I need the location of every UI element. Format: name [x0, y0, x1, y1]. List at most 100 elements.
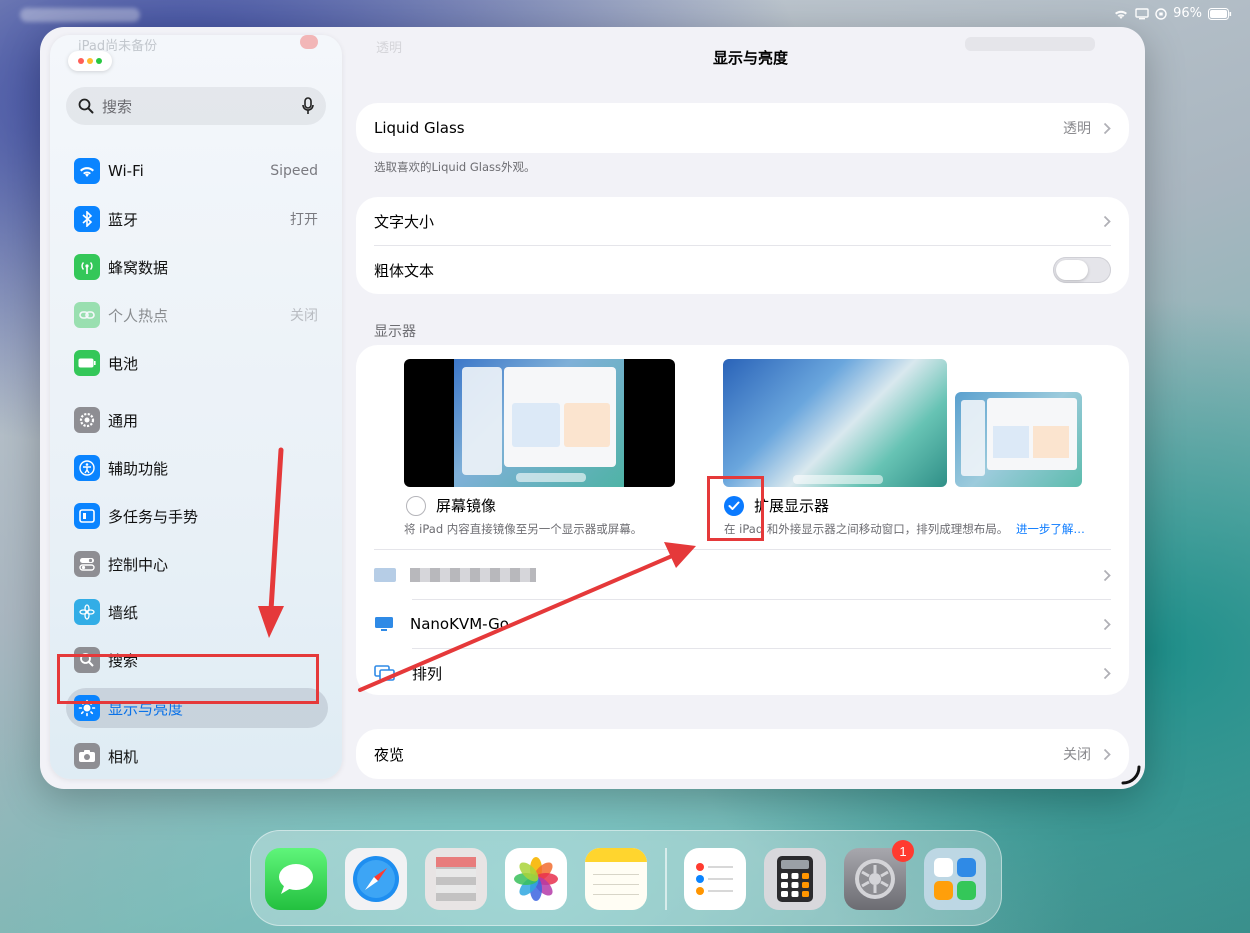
- arrange-displays-icon: [374, 665, 395, 681]
- sidebar-item[interactable]: Wi-Fi Sipeed: [66, 151, 328, 191]
- dock-divider: [665, 848, 667, 910]
- display-section-header: 显示器: [374, 324, 416, 340]
- arrange-row[interactable]: 排列: [356, 649, 1129, 697]
- night-shift-row[interactable]: 夜览 关闭: [356, 730, 1129, 778]
- sidebar-item-label: 蜂窝数据: [108, 258, 169, 277]
- sidebar-item[interactable]: 通用: [66, 400, 328, 440]
- sidebar-item-label: 个人热点: [108, 306, 169, 325]
- search-placeholder: 搜索: [102, 97, 133, 116]
- bold-text-toggle[interactable]: [1053, 257, 1111, 283]
- sidebar-item[interactable]: 相机: [66, 736, 328, 776]
- switches-icon: [74, 551, 100, 577]
- sidebar-item-value: 关闭: [290, 308, 318, 324]
- bluetooth-icon: [74, 206, 100, 232]
- battery-icon: [74, 350, 100, 376]
- status-bar: 96%: [1113, 6, 1232, 21]
- sidebar-item-label: 蓝牙: [108, 210, 139, 229]
- sidebar-item-value: 打开: [290, 212, 318, 228]
- calculator-icon[interactable]: [764, 848, 826, 910]
- battery-icon: [1208, 7, 1232, 20]
- extend-description-text: 在 iPad 和外接显示器之间移动窗口，排列成理想布局。: [724, 522, 1009, 536]
- liquid-glass-row[interactable]: Liquid Glass 透明: [356, 104, 1129, 152]
- page-title: 显示与亮度: [712, 49, 788, 67]
- blurred-device-row[interactable]: [356, 551, 1129, 599]
- calendar-icon[interactable]: [425, 848, 487, 910]
- display-icon: [374, 568, 396, 582]
- mirror-preview-image[interactable]: [404, 359, 675, 487]
- extend-preview-image[interactable]: [723, 359, 947, 487]
- learn-more-link[interactable]: 进一步了解…: [1016, 522, 1085, 536]
- liquid-glass-value: 透明: [1063, 121, 1091, 137]
- sidebar-item-label: 多任务与手势: [108, 507, 199, 526]
- liquid-glass-label: Liquid Glass: [374, 119, 465, 137]
- bold-text-row: 粗体文本: [356, 246, 1129, 294]
- sidebar-item-label: 辅助功能: [108, 459, 169, 478]
- multitasking-icon: [74, 503, 100, 529]
- night-shift-label: 夜览: [374, 745, 405, 764]
- sidebar-item-label: 相机: [108, 747, 139, 766]
- chevron-right-icon: [1103, 667, 1111, 679]
- night-shift-card: 夜览 关闭: [356, 729, 1129, 779]
- orientation-lock-icon: [1155, 7, 1167, 20]
- main-pane: 透明 显示与亮度 Liquid Glass 透明 选取喜欢的Liquid Gla…: [356, 27, 1145, 789]
- sidebar-item[interactable]: 个人热点 关闭: [66, 295, 328, 335]
- wifi-icon: [74, 158, 100, 184]
- hotspot-icon: [74, 302, 100, 328]
- arrange-label: 排列: [412, 664, 443, 683]
- nanokvm-row[interactable]: NanoKVM-Go: [356, 600, 1129, 648]
- sidebar-item-label: Wi-Fi: [108, 162, 144, 180]
- divider: [374, 549, 1111, 550]
- blurred-device-name: [410, 568, 536, 582]
- external-display-preview: [955, 392, 1082, 487]
- settings-icon[interactable]: 1: [844, 840, 914, 910]
- search-field[interactable]: 搜索: [66, 87, 326, 125]
- messages-icon[interactable]: [265, 848, 327, 910]
- accessibility-icon: [74, 455, 100, 481]
- chevron-right-icon: [1103, 569, 1111, 581]
- notes-icon[interactable]: [585, 848, 647, 910]
- resize-handle-icon[interactable]: [1119, 763, 1141, 785]
- checkbox-highlight-annotation: [707, 476, 764, 541]
- reminders-icon[interactable]: [684, 848, 746, 910]
- text-size-label: 文字大小: [374, 212, 435, 231]
- sidebar-item[interactable]: 蓝牙 打开: [66, 199, 328, 239]
- chevron-right-icon: [1103, 618, 1111, 630]
- sidebar-item[interactable]: 电池: [66, 343, 328, 383]
- sidebar-highlight-annotation: [57, 654, 319, 704]
- liquid-glass-card: Liquid Glass 透明: [356, 103, 1129, 153]
- sidebar-item-label: 墙纸: [108, 603, 139, 622]
- sidebar-item[interactable]: 控制中心: [66, 544, 328, 584]
- wifi-status-icon: [1115, 10, 1128, 19]
- monitor-icon: [375, 617, 393, 631]
- microphone-icon[interactable]: [302, 97, 314, 115]
- chevron-right-icon: [1103, 748, 1111, 760]
- text-size-row[interactable]: 文字大小: [356, 197, 1129, 245]
- sidebar-item-label: 电池: [108, 354, 139, 373]
- app-folder-icon[interactable]: [924, 848, 986, 910]
- window-controls-button[interactable]: [68, 51, 112, 71]
- backup-badge: [300, 35, 318, 49]
- antenna-icon: [74, 254, 100, 280]
- mirror-label: 屏幕镜像: [436, 497, 497, 515]
- text-settings-card: 文字大小 粗体文本: [356, 197, 1129, 294]
- sidebar-item[interactable]: 辅助功能: [66, 448, 328, 488]
- liquid-glass-caption: 选取喜欢的Liquid Glass外观。: [374, 160, 536, 174]
- settings-notification-badge: 1: [892, 840, 914, 862]
- sidebar-item[interactable]: 多任务与手势: [66, 496, 328, 536]
- bold-text-label: 粗体文本: [374, 261, 435, 280]
- sidebar-item-value: Sipeed: [270, 163, 318, 179]
- dock: 1: [250, 830, 1002, 926]
- chevron-right-icon: [1103, 215, 1111, 227]
- mirror-radio[interactable]: [406, 495, 426, 516]
- chevron-right-icon: [1103, 122, 1111, 134]
- sidebar-item[interactable]: 墙纸: [66, 592, 328, 632]
- extend-description: 在 iPad 和外接显示器之间移动窗口，排列成理想布局。 进一步了解…: [724, 521, 1085, 537]
- safari-icon[interactable]: [345, 848, 407, 910]
- sidebar-item[interactable]: 蜂窝数据: [66, 247, 328, 287]
- screen-mirror-status-icon: [1135, 7, 1149, 19]
- mirror-option[interactable]: 屏幕镜像: [406, 495, 496, 516]
- photos-icon[interactable]: [505, 848, 567, 910]
- blurred-status-text: [20, 8, 140, 22]
- search-icon: [78, 98, 94, 114]
- night-shift-value: 关闭: [1063, 747, 1091, 763]
